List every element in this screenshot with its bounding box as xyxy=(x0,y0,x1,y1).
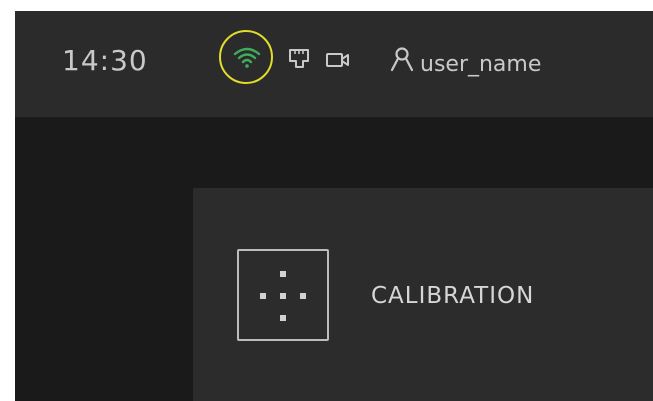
sd-card-icon[interactable] xyxy=(287,47,311,71)
camera-icon[interactable] xyxy=(325,51,351,69)
calibration-dot-bottom xyxy=(280,315,286,321)
calibration-dot-center xyxy=(280,293,286,299)
user-icon[interactable] xyxy=(390,46,414,72)
wifi-icon[interactable] xyxy=(233,45,261,69)
clock: 14:30 xyxy=(62,44,148,77)
calibration-dot-top xyxy=(280,271,286,277)
user-name[interactable]: user_name xyxy=(420,54,541,76)
calibration-label[interactable]: CALIBRATION xyxy=(371,285,534,308)
calibration-dot-left xyxy=(260,293,266,299)
calibration-dot-right xyxy=(300,293,306,299)
calibration-icon[interactable] xyxy=(237,249,329,341)
menu-panel: CALIBRATION xyxy=(193,188,653,401)
status-bar: 14:30 user_name xyxy=(15,11,653,117)
device-screen: 14:30 user_name CALIBRATION xyxy=(15,11,653,401)
